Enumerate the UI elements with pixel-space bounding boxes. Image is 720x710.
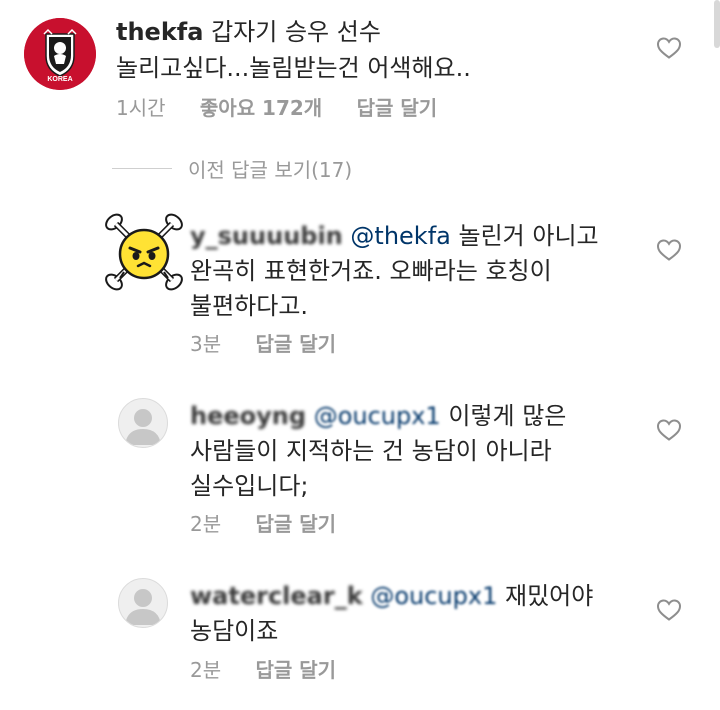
comment-line: 불편하다고.: [190, 292, 309, 320]
avatar[interactable]: KOREA: [24, 18, 96, 90]
comment-text-line: 놀리고싶다...놀림받는건 어색해요..: [116, 50, 471, 86]
heart-icon[interactable]: [656, 598, 682, 622]
avatar[interactable]: [118, 398, 168, 448]
comment-time: 1시간: [116, 96, 166, 120]
scrollbar-thumb[interactable]: [714, 0, 720, 48]
default-avatar-icon: [125, 409, 161, 445]
comment-2: y_suuuubin @thekfa 놀린거 아니고 완곡히 표현한거죠. 오빠…: [0, 200, 720, 365]
avatar[interactable]: [118, 578, 168, 628]
comment-4: waterclear_k @oucupx1 재밌어야 농담이죠 2분 답글 달기: [0, 560, 720, 705]
comment-line: 갑자기 승우 선수: [211, 18, 381, 46]
comment-meta: 2분 답글 달기: [190, 654, 364, 683]
reply-button[interactable]: 답글 달기: [357, 92, 438, 121]
comment-text-line: 완곡히 표현한거죠. 오빠라는 호칭이: [190, 253, 552, 289]
reply-button[interactable]: 답글 달기: [255, 654, 336, 683]
mention-link[interactable]: @oucupx1: [314, 402, 441, 430]
kfa-logo-text: KOREA: [47, 76, 73, 83]
heart-icon[interactable]: [656, 418, 682, 442]
mention-link[interactable]: @thekfa: [350, 222, 450, 250]
like-count[interactable]: 좋아요 172개: [200, 92, 322, 121]
comment-line: 완곡히 표현한거죠. 오빠라는 호칭이: [190, 257, 552, 285]
comment-time: 2분: [190, 658, 222, 682]
comment-line: 사람들이 지적하는 건 농담이 아니라: [190, 437, 552, 465]
comment-username[interactable]: y_suuuubin: [190, 222, 343, 250]
comment-username[interactable]: waterclear_k: [190, 582, 363, 610]
skull-emoji-icon: [105, 213, 183, 291]
comment-line: 농담이죠: [190, 617, 279, 645]
comment-text-line: 실수입니다;: [190, 468, 309, 504]
comment-username[interactable]: heeoyng: [190, 402, 306, 430]
view-previous-label[interactable]: 이전 답글 보기(17): [188, 154, 352, 183]
comment-1: KOREA thekfa 갑자기 승우 선수 놀리고싶다...놀림받는건 어색해…: [0, 0, 720, 140]
comment-meta: 1시간 좋아요 172개 답글 달기: [116, 92, 465, 121]
comment-time: 2분: [190, 512, 222, 536]
comment-text: thekfa 갑자기 승우 선수: [116, 14, 381, 50]
comment-line: 실수입니다;: [190, 472, 309, 500]
comment-text: waterclear_k @oucupx1 재밌어야: [190, 578, 593, 614]
comment-username[interactable]: thekfa: [116, 18, 203, 46]
comment-meta: 3분 답글 달기: [190, 328, 364, 357]
comment-text-line: 농담이죠: [190, 613, 278, 649]
view-previous-replies[interactable]: 이전 답글 보기(17): [112, 152, 352, 184]
comment-text: y_suuuubin @thekfa 놀린거 아니고: [190, 218, 599, 254]
comment-3: heeoyng @oucupx1 이렇게 많은 사람들이 지적하는 건 농담이 …: [0, 380, 720, 545]
reply-button[interactable]: 답글 달기: [255, 508, 336, 537]
default-avatar-icon: [125, 589, 161, 625]
comment-line: 이렇게 많은: [448, 402, 567, 430]
avatar[interactable]: [100, 208, 188, 296]
comment-text: heeoyng @oucupx1 이렇게 많은: [190, 398, 566, 434]
comment-time: 3분: [190, 332, 222, 356]
comment-text-line: 불편하다고.: [190, 288, 308, 324]
comment-line: 재밌어야: [504, 582, 594, 610]
comment-line: 놀린거 아니고: [458, 222, 599, 250]
comment-line: 놀리고싶다...놀림받는건 어색해요..: [116, 54, 471, 82]
divider-line: [112, 167, 172, 169]
heart-icon[interactable]: [656, 238, 682, 262]
heart-icon[interactable]: [656, 36, 682, 60]
comment-text-line: 사람들이 지적하는 건 농담이 아니라: [190, 433, 552, 469]
comment-meta: 2분 답글 달기: [190, 508, 364, 537]
mention-link[interactable]: @oucupx1: [370, 582, 497, 610]
reply-button[interactable]: 답글 달기: [255, 328, 336, 357]
